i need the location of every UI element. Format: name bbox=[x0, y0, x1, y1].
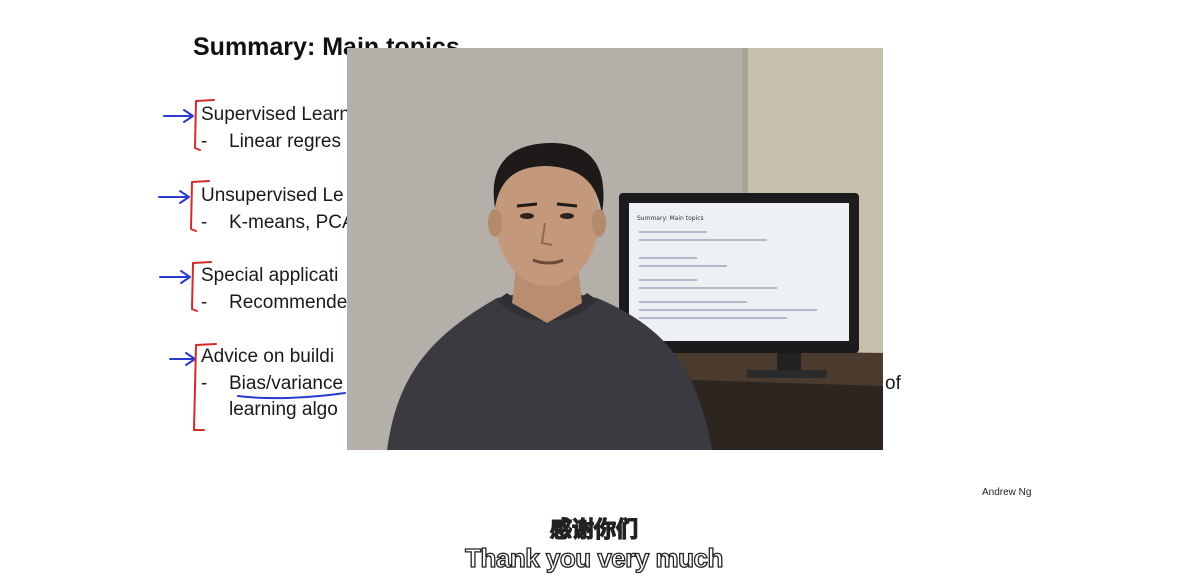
presenter-video[interactable]: Summary: Main topics bbox=[347, 48, 883, 450]
subtitle-chinese: 感谢你们 bbox=[549, 517, 638, 543]
section-sub-text: Bias/variance bbox=[229, 373, 344, 394]
section-sub-text: K-means, PCA bbox=[229, 212, 355, 233]
section-sub-special: - Recommende bbox=[201, 292, 347, 314]
dash-marker: - bbox=[201, 373, 208, 394]
arrow-icon bbox=[163, 109, 194, 123]
author-credit: Andrew Ng bbox=[982, 487, 1032, 498]
section-heading-unsupervised: Unsupervised Le bbox=[201, 185, 344, 206]
section-sub-supervised: - Linear regres bbox=[201, 131, 341, 153]
dash-marker: - bbox=[201, 131, 208, 152]
presenter-video-frame: Summary: Main topics bbox=[347, 48, 883, 450]
section-heading-advice: Advice on buildi bbox=[201, 346, 335, 367]
monitor-title: Summary: Main topics bbox=[637, 215, 704, 222]
dash-marker: - bbox=[201, 212, 208, 233]
section-sub-text: Linear regres bbox=[229, 131, 341, 152]
section-trailing-text: of bbox=[885, 373, 901, 394]
section-sub-text: Recommende bbox=[229, 292, 348, 313]
section-heading-special: Special applicati bbox=[201, 265, 339, 286]
arrow-icon bbox=[169, 352, 196, 366]
subtitle-english: Thank you very much bbox=[464, 542, 724, 573]
section-sub-unsupervised: - K-means, PCA bbox=[201, 212, 355, 234]
section-sub2-advice: learning algo bbox=[229, 399, 338, 420]
section-heading-supervised: Supervised Learn bbox=[201, 104, 350, 125]
arrow-icon bbox=[159, 270, 191, 284]
section-sub-advice: - Bias/variance bbox=[201, 373, 343, 395]
dash-marker: - bbox=[201, 292, 208, 313]
arrow-icon bbox=[158, 190, 190, 204]
